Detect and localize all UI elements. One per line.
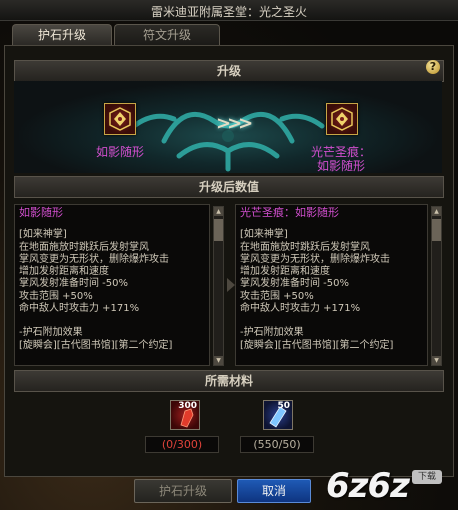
stat-line: 攻击范围 +50% <box>240 290 314 302</box>
material-quantity: (550/50) <box>240 436 314 453</box>
tab-rune-upgrade[interactable]: 符文升级 <box>114 24 220 45</box>
stat-line: [如来神掌] <box>240 229 288 241</box>
stat-spacer <box>240 315 423 327</box>
stat-line: 掌风变更为无形状，删除爆炸攻击 <box>240 253 390 265</box>
stat-line: 在地面施放时跳跃后发射掌风 <box>19 241 149 253</box>
stats-header: 升级后数值 <box>14 176 444 198</box>
stats-before-scrollbar[interactable]: ▲ ▼ <box>213 206 224 366</box>
stat-line: 命中敌人时攻击力 +171% <box>19 303 140 315</box>
stat-line: -护石附加效果 <box>19 327 83 339</box>
stat-line: 攻击范围 +50% <box>19 290 93 302</box>
stat-line: 在地面施放时跳跃后发射掌风 <box>240 241 370 253</box>
stat-line: [旋瞬会][古代图书馆][第二个约定] <box>19 339 173 351</box>
stat-line: 增加发射距离和速度 <box>240 266 330 278</box>
scroll-down-icon[interactable]: ▼ <box>214 356 223 365</box>
scroll-thumb[interactable] <box>214 219 223 241</box>
material-count: 50 <box>277 401 290 411</box>
result-item-name-line2: 如影随形 <box>316 159 365 173</box>
scroll-thumb[interactable] <box>432 219 441 241</box>
scroll-up-icon[interactable]: ▲ <box>432 207 441 216</box>
result-item-name-line1: 光芒圣痕： <box>310 145 371 159</box>
window-titlebar[interactable]: 雷米迪亚附属圣堂：光之圣火 <box>0 0 458 21</box>
upgrade-header: 升级 <box>14 60 444 82</box>
stat-spacer <box>19 315 205 327</box>
stat-line: 掌风发射准备时间 -50% <box>19 278 129 290</box>
material-slot-red[interactable]: 300 <box>170 400 200 430</box>
source-talisman-slot[interactable] <box>104 103 136 135</box>
stat-line: 掌风发射准备时间 -50% <box>240 278 350 290</box>
talisman-icon <box>109 107 131 131</box>
stats-before-title: 如影随形 <box>19 206 63 219</box>
stat-line: -护石附加效果 <box>240 327 304 339</box>
stat-line: [如来神掌] <box>19 229 67 241</box>
material-slot-blue[interactable]: 50 <box>263 400 293 430</box>
scroll-down-icon[interactable]: ▼ <box>432 356 441 365</box>
talisman-icon <box>331 107 353 131</box>
watermark-text: 6z6z <box>326 466 410 506</box>
scroll-up-icon[interactable]: ▲ <box>214 207 223 216</box>
stats-before-box[interactable]: 如影随形 [如来神掌] 在地面施放时跳跃后发射掌风 掌风变更为无形状，删除爆炸攻… <box>14 204 210 366</box>
upgrade-arrows: >>> <box>216 113 253 134</box>
watermark-logo: 6z6z 下载 <box>326 466 456 506</box>
result-item-name: 光芒圣痕： 如影随形 <box>296 145 386 173</box>
help-icon[interactable]: ? <box>426 60 440 74</box>
stat-line: 增加发射距离和速度 <box>19 266 109 278</box>
watermark-badge: 下载 <box>412 470 442 484</box>
stats-after-box[interactable]: 光芒圣痕：如影随形 [如来神掌] 在地面施放时跳跃后发射掌风 掌风变更为无形状，… <box>235 204 428 366</box>
compare-arrow-icon <box>227 278 235 292</box>
result-talisman-slot[interactable] <box>326 103 358 135</box>
material-count: 300 <box>178 401 197 411</box>
window-title: 雷米迪亚附属圣堂：光之圣火 <box>150 5 307 19</box>
materials-header: 所需材料 <box>14 370 444 392</box>
source-item-name: 如影随形 <box>95 145 144 159</box>
stat-line: 掌风变更为无形状，删除爆炸攻击 <box>19 253 169 265</box>
stats-after-title: 光芒圣痕：如影随形 <box>240 206 339 219</box>
tab-talisman-upgrade[interactable]: 护石升级 <box>12 24 112 45</box>
stat-line: 命中敌人时攻击力 +171% <box>240 303 361 315</box>
talisman-upgrade-button[interactable]: 护石升级 <box>134 479 232 503</box>
cancel-button[interactable]: 取消 <box>237 479 311 503</box>
stats-after-scrollbar[interactable]: ▲ ▼ <box>431 206 442 366</box>
stat-line: [旋瞬会][古代图书馆][第二个约定] <box>240 339 394 351</box>
material-quantity: (0/300) <box>145 436 219 453</box>
